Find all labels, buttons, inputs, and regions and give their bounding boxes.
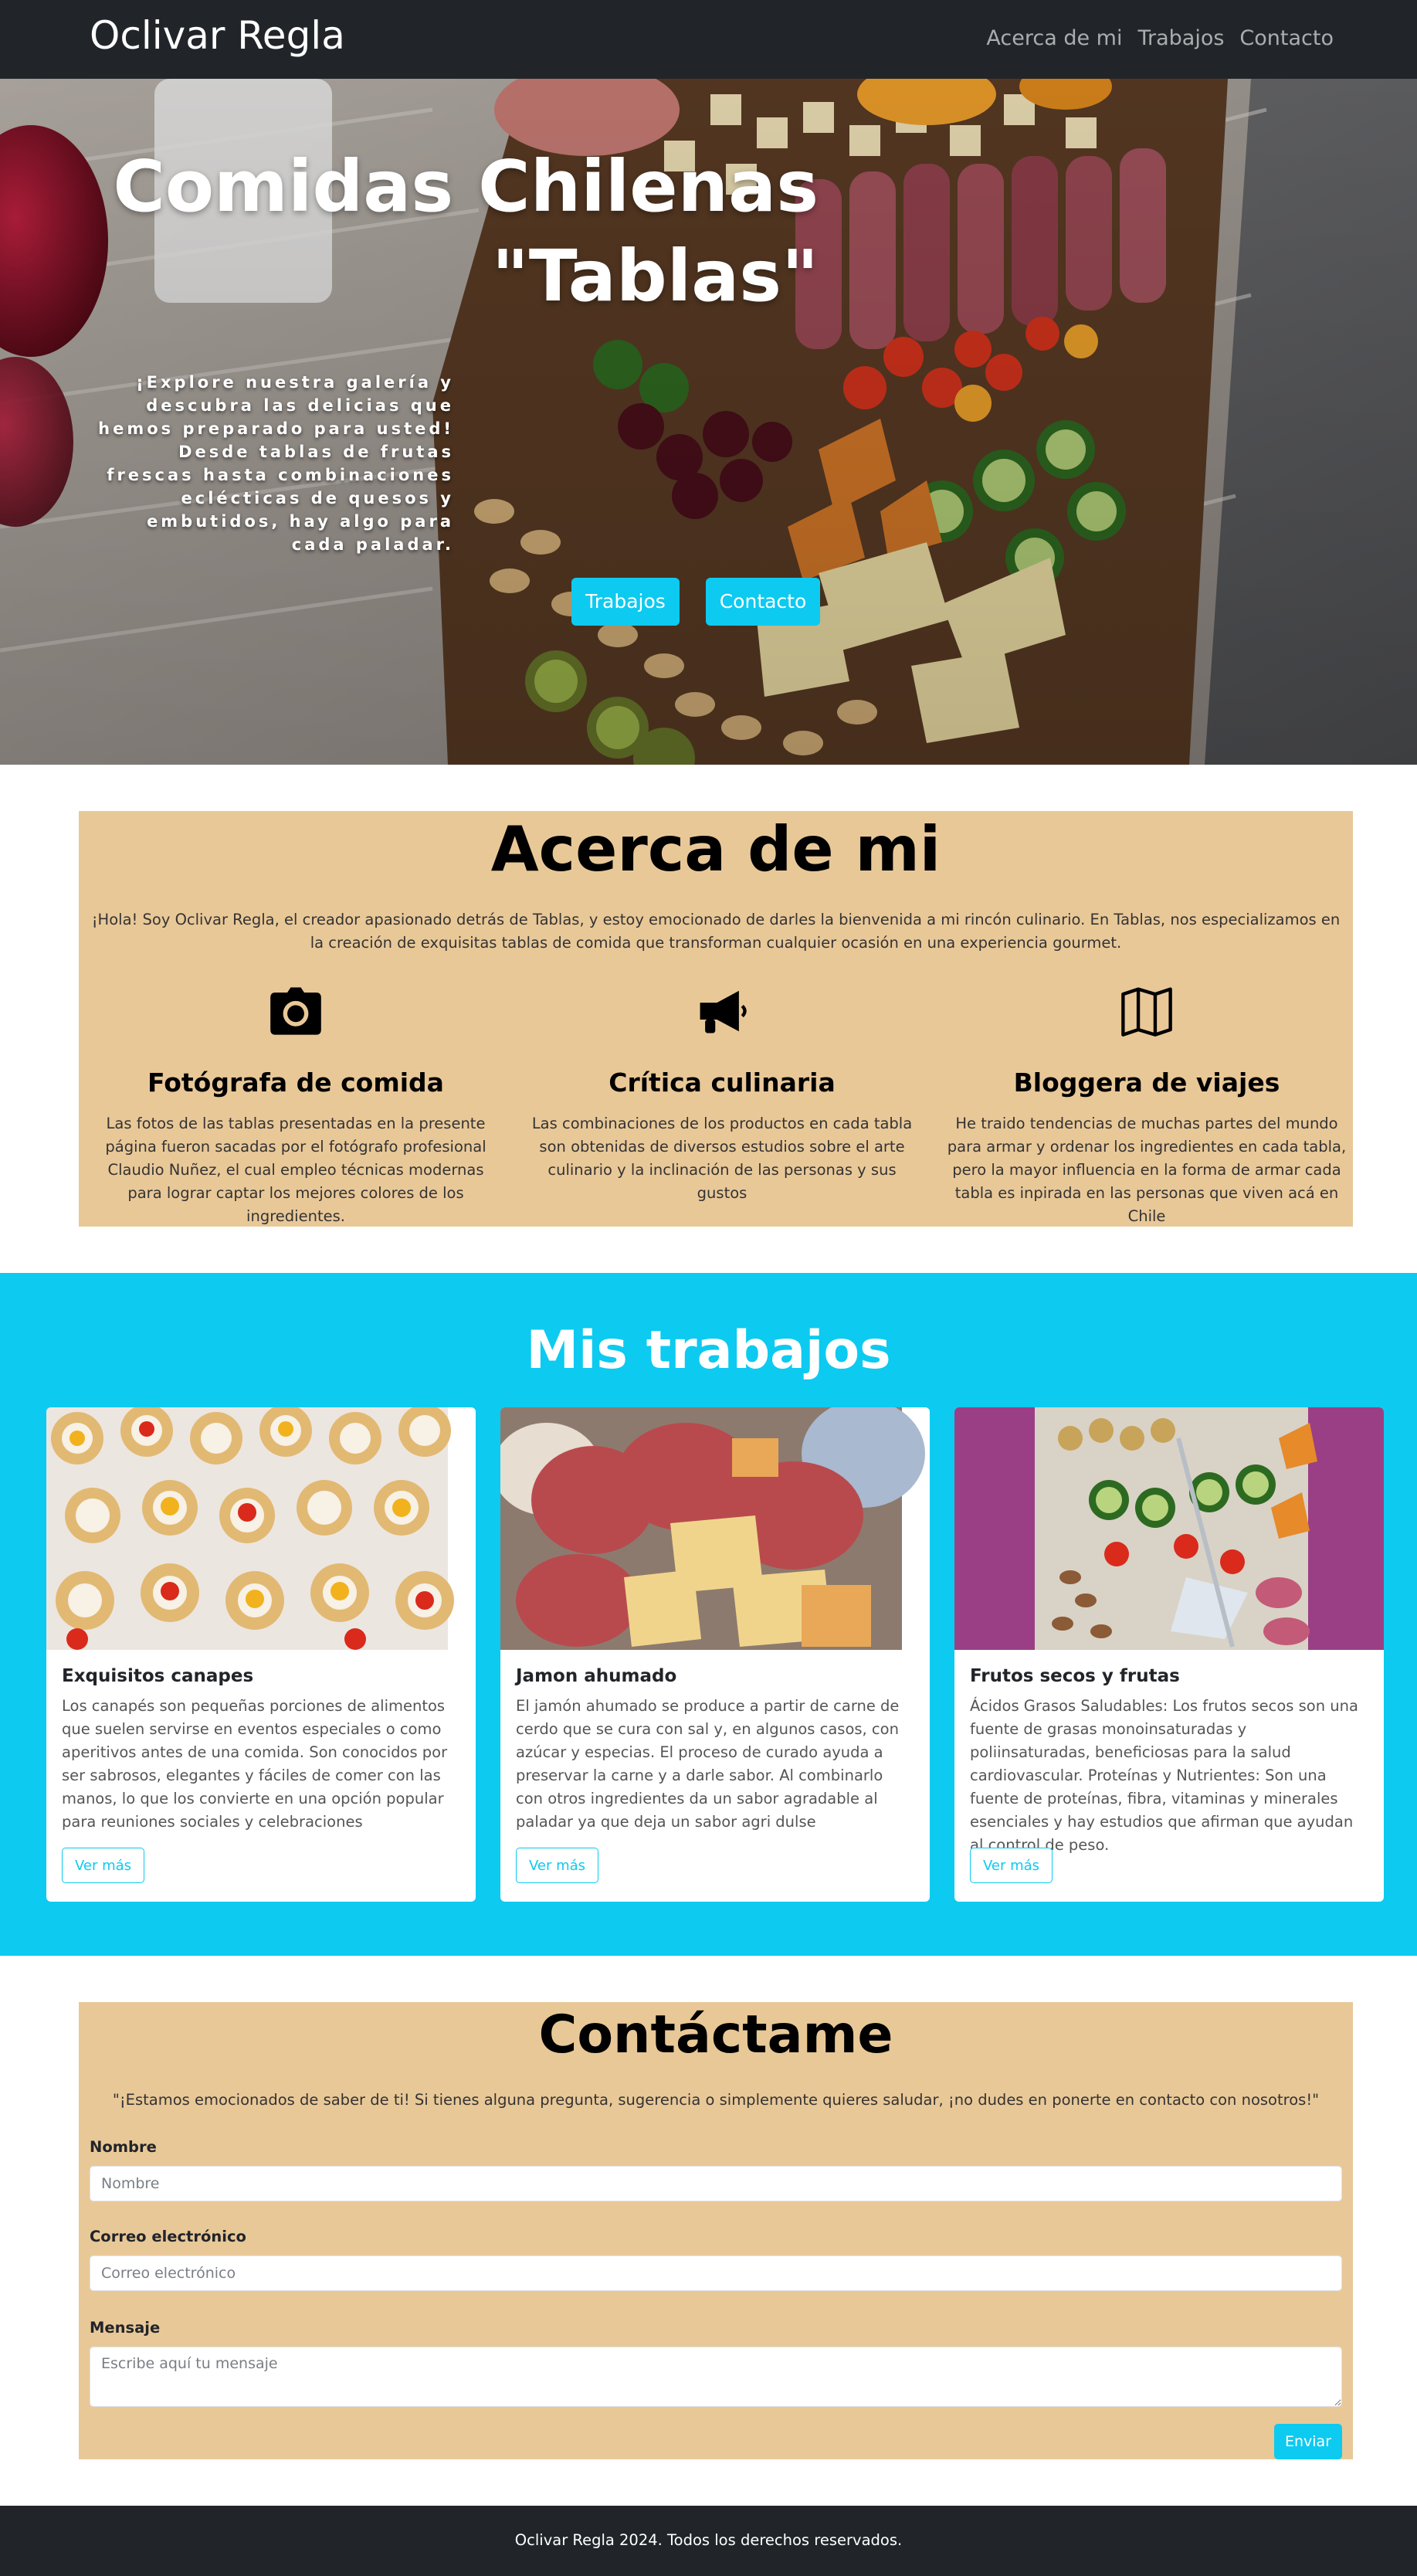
feature-text: Las combinaciones de los productos en ca… xyxy=(531,1115,913,1202)
ver-mas-button[interactable]: Ver más xyxy=(62,1848,145,1883)
brand-link[interactable]: Oclivar Regla xyxy=(90,11,345,60)
nav-link-acerca[interactable]: Acerca de mi xyxy=(986,23,1122,54)
frutos-secos-image xyxy=(954,1407,1384,1650)
hero-contacto-button[interactable]: Contacto xyxy=(706,578,820,626)
message-textarea[interactable] xyxy=(90,2347,1342,2407)
card-text: El jamón ahumado se produce a partir de … xyxy=(516,1697,900,1831)
card-title: Exquisitos canapes xyxy=(62,1666,254,1686)
feature-travel-blogger: Bloggera de viajes He traido tendencias … xyxy=(941,984,1353,1228)
canapes-image xyxy=(46,1407,476,1650)
work-card-canapes: Exquisitos canapes Los canapés son peque… xyxy=(46,1407,476,1902)
camera-icon xyxy=(270,987,321,1035)
card-text: Ácidos Grasos Saludables: Los frutos sec… xyxy=(970,1697,1358,1854)
email-input[interactable] xyxy=(90,2255,1342,2291)
card-title: Frutos secos y frutas xyxy=(970,1666,1180,1686)
card-title: Jamon ahumado xyxy=(516,1666,677,1686)
works-section: Mis trabajos Exquisitos canapes Los cana… xyxy=(0,1273,1417,1956)
feature-title: Crítica culinaria xyxy=(608,1067,836,1098)
hero-trabajos-button[interactable]: Trabajos xyxy=(571,578,680,626)
name-label: Nombre xyxy=(90,2138,157,2156)
hero-title-line2: "Tablas" xyxy=(491,235,819,317)
feature-photographer: Fotógrafa de comida Las fotos de las tab… xyxy=(90,984,502,1228)
ver-mas-button[interactable]: Ver más xyxy=(970,1848,1053,1883)
map-icon xyxy=(1121,987,1172,1037)
jamon-image xyxy=(500,1407,930,1650)
email-label: Correo electrónico xyxy=(90,2228,246,2245)
contact-section: Contáctame "¡Estamos emocionados de sabe… xyxy=(79,2002,1353,2459)
feature-text: Las fotos de las tablas presentadas en l… xyxy=(105,1115,486,1225)
hero-lead-text: ¡Explore nuestra galería y descubra las … xyxy=(98,373,454,554)
message-label: Mensaje xyxy=(90,2319,161,2337)
navbar: Oclivar Regla Acerca de mi Trabajos Cont… xyxy=(0,0,1417,79)
about-section: Acerca de mi ¡Hola! Soy Oclivar Regla, e… xyxy=(79,811,1353,1227)
footer: Oclivar Regla 2024. Todos los derechos r… xyxy=(0,2506,1417,2576)
work-card-frutos-secos: Frutos secos y frutas Ácidos Grasos Salu… xyxy=(954,1407,1384,1902)
megaphone-icon xyxy=(700,990,747,1033)
contact-title: Contáctame xyxy=(538,2004,893,2065)
nav-link-trabajos[interactable]: Trabajos xyxy=(1137,23,1224,54)
contact-lead: "¡Estamos emocionados de saber de ti! Si… xyxy=(112,2091,1320,2109)
footer-copyright: Oclivar Regla 2024. Todos los derechos r… xyxy=(514,2531,903,2549)
feature-critic: Crítica culinaria Las combinaciones de l… xyxy=(516,984,928,1205)
submit-button[interactable]: Enviar xyxy=(1274,2424,1342,2459)
about-title: Acerca de mi xyxy=(490,813,941,885)
ver-mas-button[interactable]: Ver más xyxy=(516,1848,599,1883)
nav-links: Acerca de mi Trabajos Contacto xyxy=(986,23,1334,54)
card-text: Los canapés son pequeñas porciones de al… xyxy=(62,1697,448,1831)
about-intro: ¡Hola! Soy Oclivar Regla, el creador apa… xyxy=(91,911,1341,952)
hero-title-line1: Comidas Chilenas xyxy=(113,145,819,228)
feature-text: He traido tendencias de muchas partes de… xyxy=(947,1115,1347,1225)
work-card-jamon: Jamon ahumado El jamón ahumado se produc… xyxy=(500,1407,930,1902)
hero-section: Comidas Chilenas "Tablas" ¡Explore nuest… xyxy=(0,79,1417,765)
name-input[interactable] xyxy=(90,2166,1342,2201)
feature-title: Bloggera de viajes xyxy=(1013,1067,1280,1098)
nav-link-contacto[interactable]: Contacto xyxy=(1239,23,1334,54)
feature-title: Fotógrafa de comida xyxy=(147,1067,444,1098)
works-title: Mis trabajos xyxy=(526,1320,891,1381)
